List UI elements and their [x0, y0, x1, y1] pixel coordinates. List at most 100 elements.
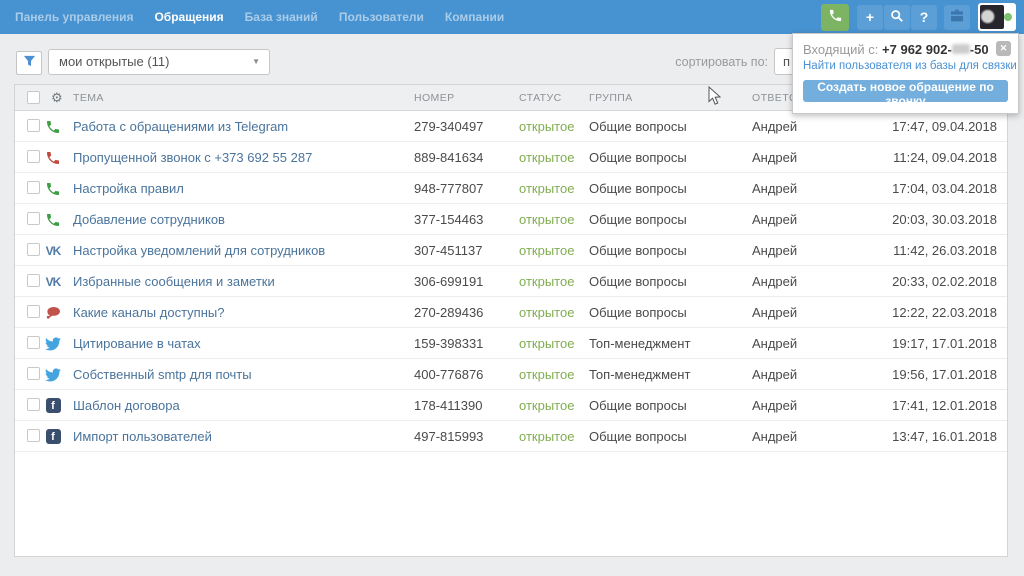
nav-item[interactable]: Компании: [445, 10, 504, 24]
table-row: f Шаблон договора 178-411390 открытое Общие …: [15, 390, 1007, 421]
table-row: Добавление сотрудников 377-154463 открытое…: [15, 204, 1007, 235]
incoming-label: Входящий с:: [803, 42, 878, 57]
table-row: Собственный smtp для почты 400-776876 откр…: [15, 359, 1007, 390]
ticket-topic-link[interactable]: Настройка правил: [73, 173, 184, 204]
ticket-group: Общие вопросы: [589, 204, 687, 235]
sort-dropdown-value: п: [783, 54, 790, 69]
ticket-group: Общие вопросы: [589, 173, 687, 204]
ticket-topic-link[interactable]: Избранные сообщения и заметки: [73, 266, 275, 297]
header-status[interactable]: СТАТУС: [519, 85, 562, 111]
header-number[interactable]: НОМЕР: [414, 85, 455, 111]
nav-item[interactable]: База знаний: [245, 10, 318, 24]
row-checkbox[interactable]: [27, 305, 40, 318]
twitter-icon: [43, 359, 63, 390]
plus-icon: +: [866, 9, 874, 25]
search-icon: [890, 9, 904, 26]
ticket-topic-link[interactable]: Настройка уведомлений для сотрудников: [73, 235, 325, 266]
ticket-group: Общие вопросы: [589, 111, 687, 142]
caller-phone-number: +7 962 902--50: [882, 42, 989, 57]
select-all-checkbox[interactable]: [27, 91, 40, 104]
ticket-group: Общие вопросы: [589, 266, 687, 297]
row-checkbox[interactable]: [27, 119, 40, 132]
chat-icon: [43, 297, 63, 328]
table-row: Какие каналы доступны? 270-289436 открытое…: [15, 297, 1007, 328]
ticket-date: 11:24, 09.04.2018: [893, 142, 997, 173]
ticket-number: 400-776876: [414, 359, 483, 390]
ticket-assignee: Андрей: [752, 173, 797, 204]
row-checkbox[interactable]: [27, 212, 40, 225]
ticket-number: 159-398331: [414, 328, 483, 359]
ticket-assignee: Андрей: [752, 266, 797, 297]
ticket-topic-link[interactable]: Цитирование в чатах: [73, 328, 201, 359]
ticket-number: 178-411390: [414, 390, 482, 421]
ticket-number: 270-289436: [414, 297, 483, 328]
ticket-group: Общие вопросы: [589, 142, 687, 173]
ticket-date: 17:04, 03.04.2018: [892, 173, 997, 204]
nav-item[interactable]: Пользователи: [339, 10, 424, 24]
filter-dropdown[interactable]: мои открытые (11) ▼: [48, 49, 270, 75]
ticket-group: Общие вопросы: [589, 390, 687, 421]
tickets-table: ⚙ ТЕМА НОМЕР СТАТУС ГРУППА ОТВЕТСТВЕННЫЙ…: [14, 84, 1008, 557]
ticket-topic-link[interactable]: Собственный smtp для почты: [73, 359, 252, 390]
incoming-call-line: Входящий с: +7 962 902--50: [803, 42, 1008, 57]
ticket-number: 279-340497: [414, 111, 483, 142]
nav-items: Панель управления Обращения База знаний Пол…: [0, 0, 525, 34]
create-ticket-from-call-button[interactable]: Создать новое обращение по звонку: [803, 80, 1008, 102]
avatar[interactable]: [978, 3, 1016, 31]
ticket-topic-link[interactable]: Шаблон договора: [73, 390, 180, 421]
ticket-status: открытое: [519, 204, 574, 235]
table-row: fИмпорт пользователей497-815993открытоеО…: [15, 421, 1007, 452]
row-checkbox[interactable]: [27, 274, 40, 287]
question-icon: ?: [920, 9, 929, 25]
ticket-topic-link[interactable]: Пропущенной звонок с +373 692 55 287: [73, 142, 312, 173]
online-status-dot: [1004, 13, 1012, 21]
row-checkbox[interactable]: [27, 243, 40, 256]
ticket-status: открытое: [519, 173, 574, 204]
ticket-date: 20:03, 30.03.2018: [892, 204, 997, 235]
ticket-status: открытое: [519, 390, 574, 421]
ticket-number: 377-154463: [414, 204, 483, 235]
ticket-status: открытое: [519, 359, 574, 390]
ticket-topic-link[interactable]: Импорт пользователей: [73, 421, 212, 452]
ticket-date: 11:42, 26.03.2018: [893, 235, 997, 266]
header-group[interactable]: ГРУППА: [589, 85, 633, 111]
ticket-status: открытое: [519, 297, 574, 328]
ticket-assignee: Андрей: [752, 204, 797, 235]
ticket-group: Топ-менеджмент: [589, 328, 690, 359]
filter-button[interactable]: [16, 51, 42, 75]
ticket-status: открытое: [519, 328, 574, 359]
briefcase-button[interactable]: [944, 5, 970, 30]
nav-item[interactable]: Обращения: [154, 10, 223, 24]
row-checkbox[interactable]: [27, 150, 40, 163]
filter-dropdown-value: мои открытые (11): [59, 54, 170, 69]
ticket-date: 13:47, 16.01.2018: [892, 421, 997, 452]
ticket-number: 889-841634: [414, 142, 483, 173]
nav-item[interactable]: Панель управления: [15, 10, 133, 24]
help-button[interactable]: ?: [911, 5, 937, 30]
facebook-icon: f: [43, 390, 63, 421]
row-checkbox[interactable]: [27, 336, 40, 349]
chevron-down-icon: ▼: [252, 50, 260, 74]
row-checkbox[interactable]: [27, 398, 40, 411]
row-checkbox[interactable]: [27, 181, 40, 194]
gear-icon[interactable]: ⚙: [51, 85, 63, 110]
search-button[interactable]: [884, 5, 910, 30]
ticket-topic-link[interactable]: Работа с обращениями из Telegram: [73, 111, 288, 142]
close-icon[interactable]: ✕: [996, 41, 1011, 56]
call-button[interactable]: [821, 4, 849, 31]
ticket-status: открытое: [519, 266, 574, 297]
ticket-assignee: Андрей: [752, 421, 797, 452]
facebook-icon: f: [43, 421, 63, 452]
row-checkbox[interactable]: [27, 429, 40, 442]
row-checkbox[interactable]: [27, 367, 40, 380]
ticket-topic-link[interactable]: Добавление сотрудников: [73, 204, 225, 235]
ticket-assignee: Андрей: [752, 297, 797, 328]
add-button[interactable]: +: [857, 5, 883, 30]
link-user-from-base[interactable]: Найти пользователя из базы для связки: [803, 60, 1008, 72]
ticket-topic-link[interactable]: Какие каналы доступны?: [73, 297, 224, 328]
header-topic[interactable]: ТЕМА: [73, 85, 104, 111]
ticket-number: 948-777807: [414, 173, 483, 204]
briefcase-icon: [949, 8, 965, 27]
incoming-call-icon: [43, 204, 63, 235]
incoming-call-popup: ✕ Входящий с: +7 962 902--50 Найти польз…: [792, 33, 1019, 114]
